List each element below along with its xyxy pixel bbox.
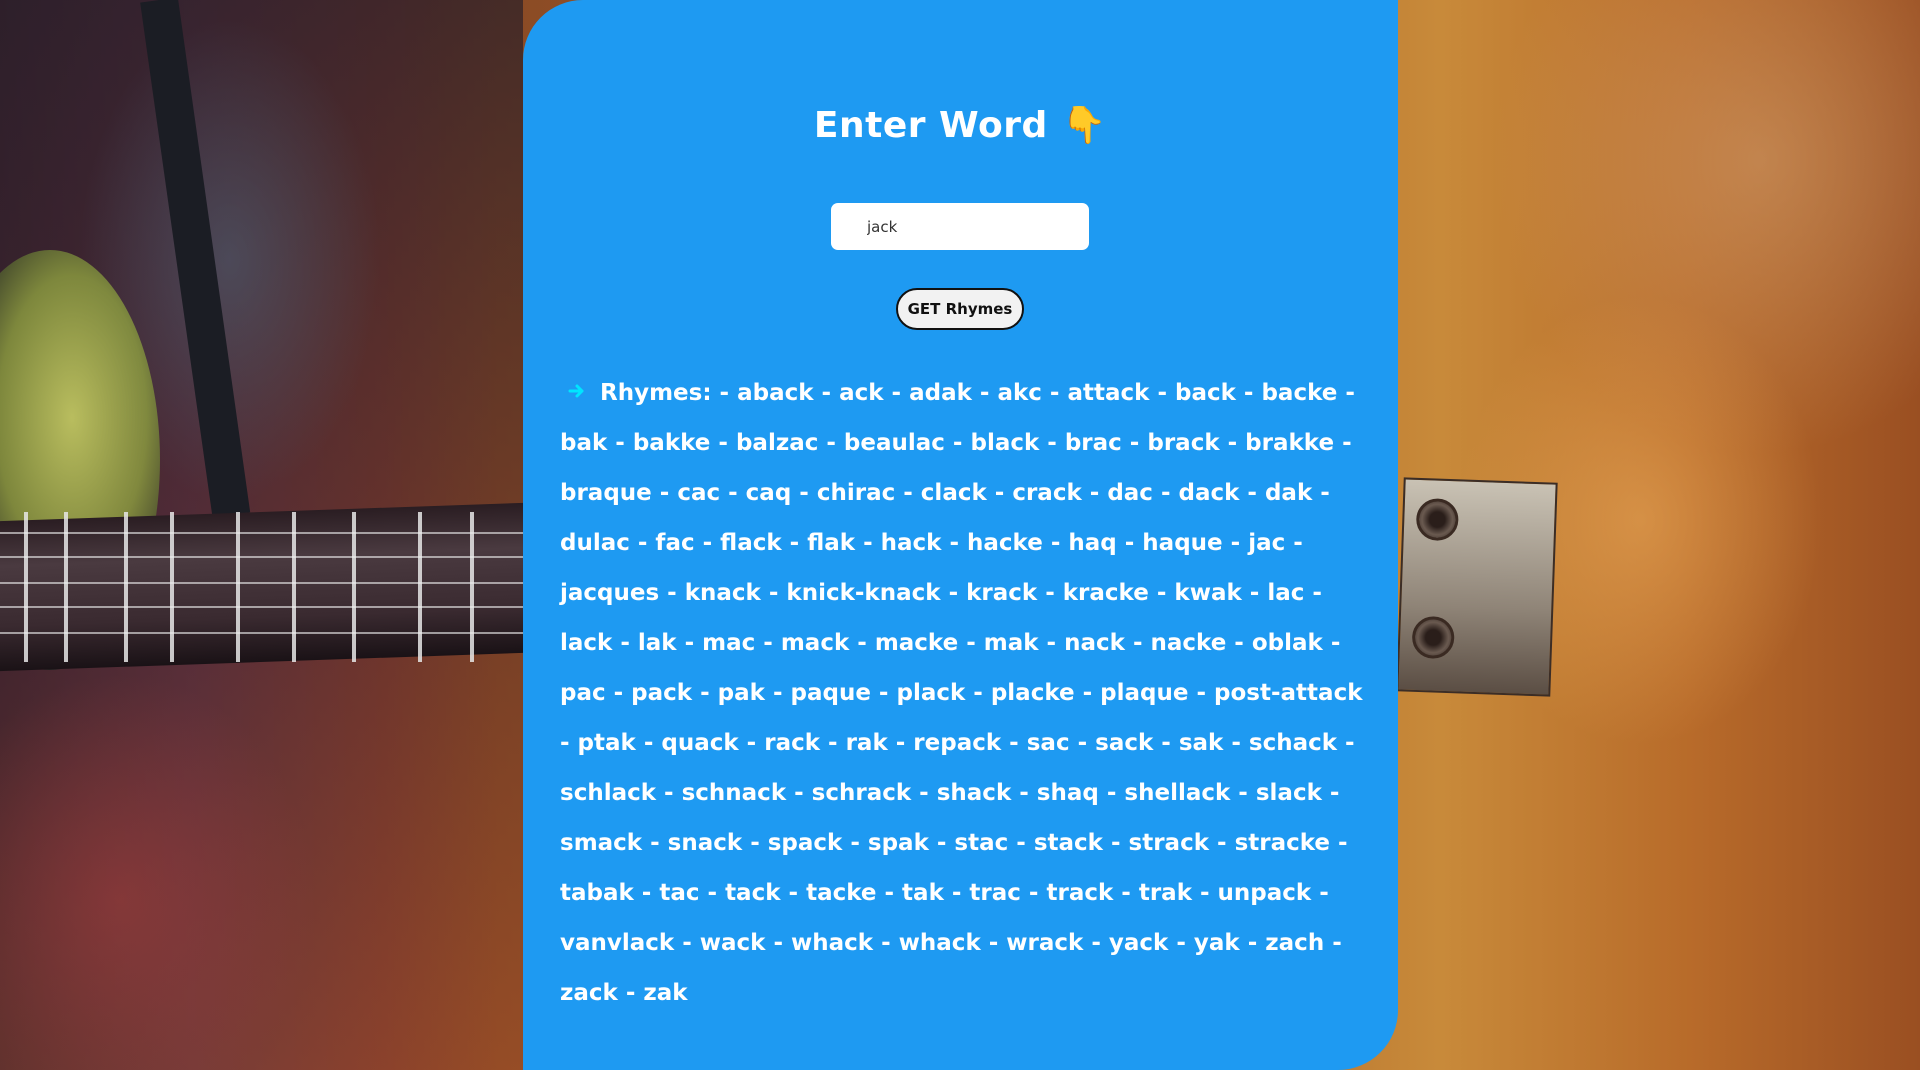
guitar-fret (292, 512, 296, 662)
guitar-fret (418, 512, 422, 662)
guitar-neck-shape (0, 502, 523, 672)
guitar-string (0, 606, 523, 608)
guitar-fret (470, 512, 474, 662)
guitar-fret (352, 512, 356, 662)
tuning-peg (1415, 497, 1460, 542)
rhymes-label: Rhymes: (600, 380, 712, 406)
arrow-right-icon (564, 380, 590, 402)
guitar-fret (24, 512, 28, 662)
guitar-fret (64, 512, 68, 662)
guitar-fret (124, 512, 128, 662)
guitar-fret (170, 512, 174, 662)
get-rhymes-button[interactable]: GET Rhymes (896, 288, 1024, 330)
pointing-down-icon: 👇 (1061, 105, 1108, 146)
page: Enter Word 👇 GET Rhymes Rhymes: - aback -… (0, 0, 1920, 1070)
guitar-string (0, 632, 523, 634)
tuning-peg (1411, 615, 1455, 660)
guitar-fret (236, 512, 240, 662)
rhymes-list: - aback - ack - adak - akc - attack - ba… (560, 380, 1363, 1006)
guitar-string (0, 556, 523, 558)
rhyme-card: Enter Word 👇 GET Rhymes Rhymes: - aback -… (523, 0, 1398, 1070)
page-title: Enter Word 👇 (523, 104, 1398, 146)
guitar-string (0, 532, 523, 534)
guitar-string (0, 582, 523, 584)
title-text: Enter Word (813, 105, 1048, 146)
guitar-headstock-shape (1396, 477, 1558, 697)
word-input[interactable] (831, 203, 1089, 250)
rhymes-result: Rhymes: - aback - ack - adak - akc - att… (560, 368, 1375, 1018)
